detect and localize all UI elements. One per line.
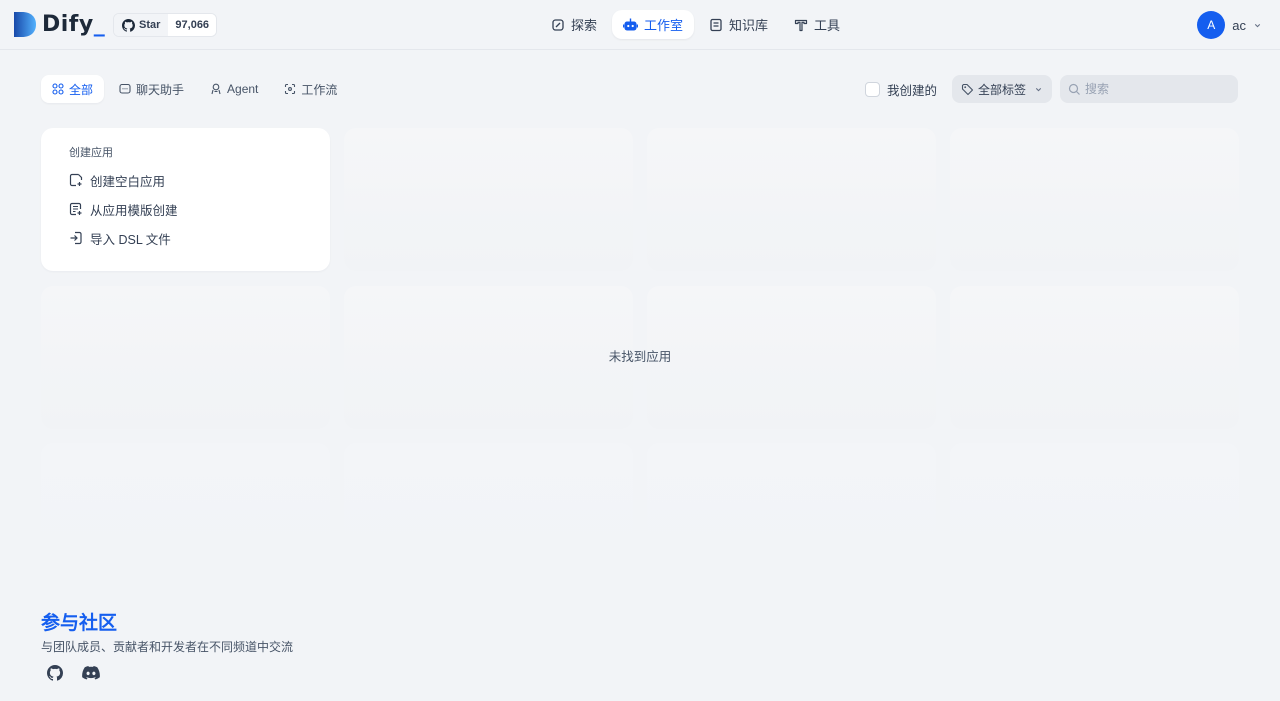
filters-bar: 我创建的 全部标签: [864, 75, 1238, 103]
empty-state-message: 未找到应用: [608, 350, 672, 364]
robot-icon: [623, 18, 639, 32]
nav-explore-label: 探索: [571, 18, 598, 33]
app-card-placeholder: [647, 443, 936, 569]
tag-icon: [961, 83, 974, 96]
app-card-placeholder: [344, 128, 633, 271]
agent-icon: [210, 83, 222, 95]
tag-filter-label: 全部标签: [977, 82, 1026, 97]
tab-agent-label: Agent: [227, 82, 259, 96]
nav-studio-label: 工作室: [644, 18, 684, 33]
top-header: Dify_ Star 97,066 探索 工作室 知识库 工具 A ac: [0, 0, 1280, 50]
grid-icon: [52, 83, 64, 95]
nav-tools[interactable]: 工具: [783, 10, 851, 39]
created-by-me-label: 我创建的: [886, 83, 937, 98]
app-card-placeholder: [41, 443, 330, 569]
tab-chat[interactable]: 聊天助手: [108, 75, 195, 103]
new-file-icon: [69, 173, 83, 187]
search-input[interactable]: [1085, 82, 1225, 96]
import-icon: [69, 231, 83, 245]
social-links: [46, 664, 100, 682]
create-blank-app-label: 创建空白应用: [90, 174, 166, 189]
tab-workflow[interactable]: 工作流: [273, 75, 348, 103]
tab-all-label: 全部: [69, 82, 94, 97]
star-count[interactable]: 97,066: [168, 14, 217, 36]
nav-studio[interactable]: 工作室: [612, 10, 695, 39]
main-nav: 探索 工作室 知识库 工具: [540, 10, 851, 39]
dify-logo-mark-icon: [14, 12, 36, 37]
tab-all[interactable]: 全部: [41, 75, 105, 103]
github-link[interactable]: [46, 664, 64, 682]
book-icon: [709, 18, 723, 32]
avatar[interactable]: A: [1197, 11, 1226, 39]
import-dsl-button[interactable]: 导入 DSL 文件: [69, 227, 302, 249]
github-icon: [46, 664, 64, 682]
app-card-placeholder: [344, 443, 633, 569]
create-app-card: 创建应用 创建空白应用 从应用模版创建 导入 DSL 文件: [41, 128, 330, 271]
tools-icon: [794, 18, 808, 32]
star-label: Star: [139, 19, 161, 31]
nav-tools-label: 工具: [814, 18, 841, 33]
chat-icon: [119, 83, 131, 95]
nav-explore[interactable]: 探索: [540, 10, 608, 39]
created-by-me-checkbox[interactable]: [864, 81, 880, 97]
create-blank-app-button[interactable]: 创建空白应用: [69, 169, 302, 191]
tab-workflow-label: 工作流: [301, 82, 338, 97]
community-title: 参与社区: [41, 613, 118, 634]
nav-knowledge-label: 知识库: [729, 18, 769, 33]
tab-chat-label: 聊天助手: [136, 82, 185, 97]
tab-agent[interactable]: Agent: [199, 75, 269, 103]
github-icon: [122, 18, 135, 32]
explore-icon: [551, 18, 565, 32]
tag-filter-select[interactable]: 全部标签: [951, 75, 1052, 103]
create-app-title: 创建应用: [69, 147, 113, 159]
star-label-section[interactable]: Star: [114, 14, 169, 36]
logo-text: Dify_: [42, 12, 106, 37]
discord-link[interactable]: [82, 664, 100, 682]
app-type-tabs: 全部 聊天助手 Agent 工作流: [41, 75, 348, 103]
search-icon: [1068, 83, 1081, 96]
dify-logo[interactable]: Dify_: [14, 12, 105, 37]
github-star-button[interactable]: Star 97,066: [113, 13, 218, 37]
create-from-template-label: 从应用模版创建: [90, 203, 178, 218]
community-section: 参与社区 与团队成员、贡献者和开发者在不同频道中交流: [41, 608, 293, 655]
search-box[interactable]: [1060, 75, 1238, 103]
user-menu[interactable]: A ac: [1197, 11, 1262, 39]
template-icon: [69, 202, 83, 216]
create-from-template-button[interactable]: 从应用模版创建: [69, 198, 302, 220]
app-card-placeholder: [950, 128, 1239, 271]
nav-knowledge[interactable]: 知识库: [698, 10, 779, 39]
community-subtitle: 与团队成员、贡献者和开发者在不同频道中交流: [41, 640, 294, 654]
chevron-down-icon: [1034, 85, 1043, 94]
user-name[interactable]: ac: [1232, 18, 1246, 33]
workflow-icon: [284, 83, 296, 95]
app-card-placeholder: [950, 443, 1239, 569]
discord-icon: [82, 664, 100, 682]
app-card-placeholder: [647, 128, 936, 271]
import-dsl-label: 导入 DSL 文件: [90, 232, 171, 247]
chevron-down-icon: [1253, 21, 1262, 30]
created-by-me-filter[interactable]: 我创建的: [864, 80, 937, 99]
